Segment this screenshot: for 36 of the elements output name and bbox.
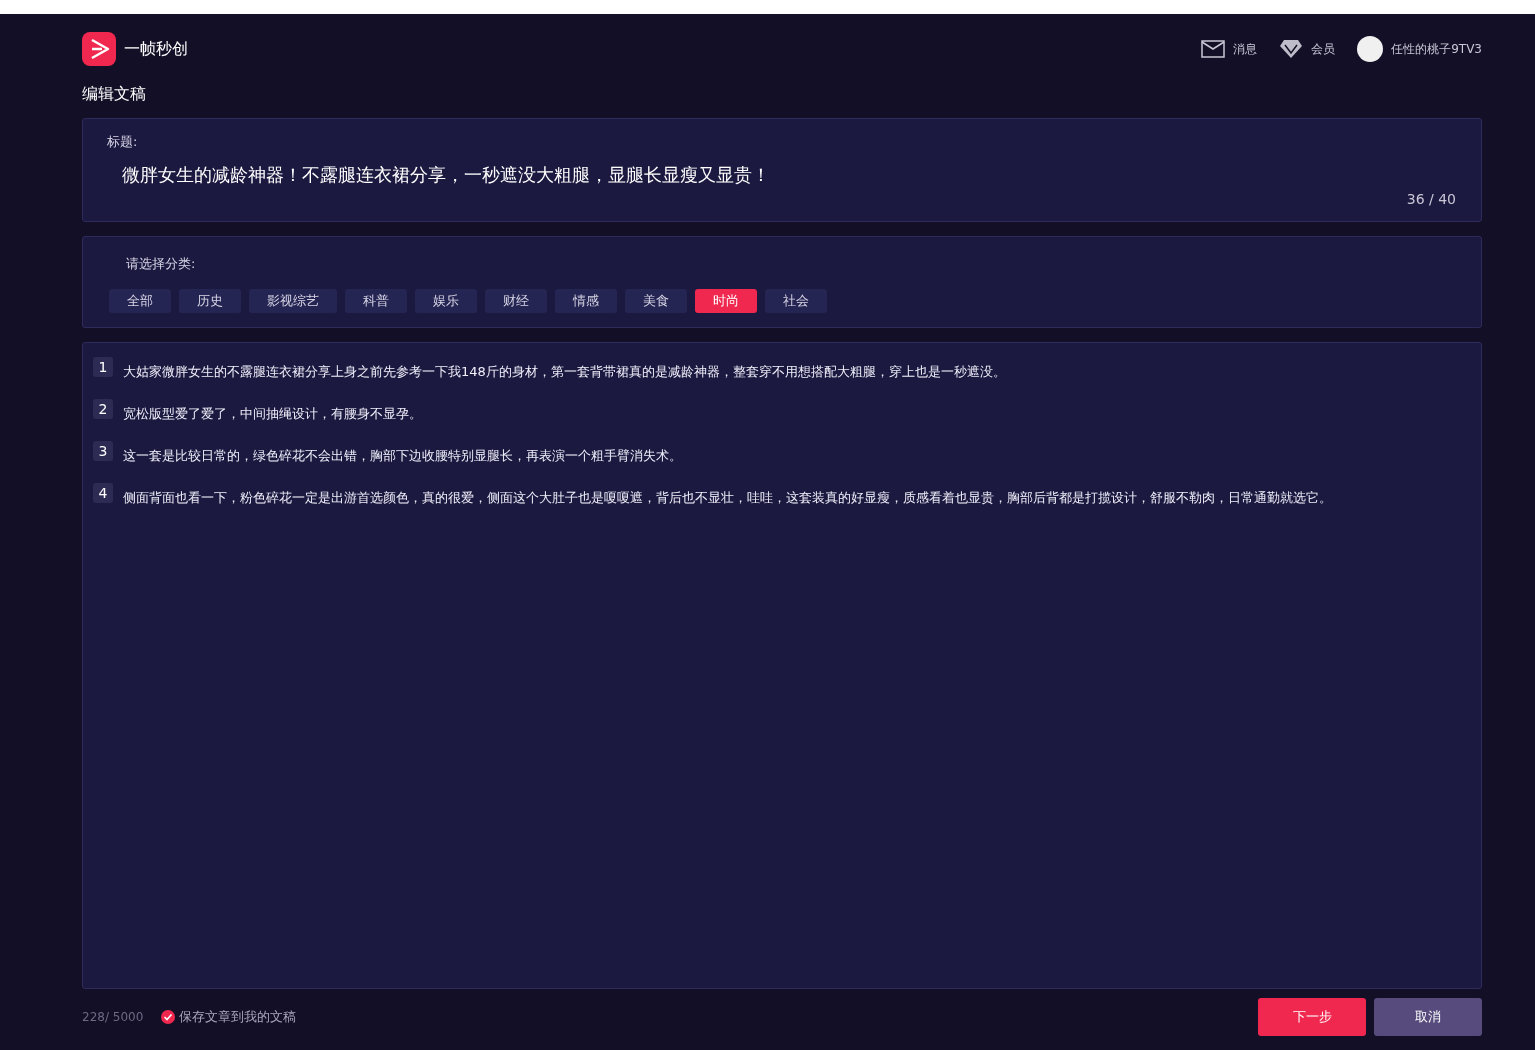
paragraph-number: 2 bbox=[93, 399, 113, 419]
membership-link[interactable]: 会员 bbox=[1311, 40, 1336, 58]
messages-link[interactable]: 消息 bbox=[1233, 40, 1258, 58]
next-button[interactable]: 下一步 bbox=[1258, 998, 1366, 1036]
app-name: 一帧秒创 bbox=[124, 38, 188, 60]
diamond-icon[interactable] bbox=[1279, 39, 1304, 59]
paragraph-text: 这一套是比较日常的，绿色碎花不会出错，胸部下边收腰特别显腿长，再表演一个粗手臂消失术。 bbox=[123, 447, 682, 465]
checkmark-icon[interactable] bbox=[161, 1010, 176, 1024]
character-count: 36 / 40 bbox=[1406, 191, 1456, 207]
avatar[interactable] bbox=[1357, 36, 1384, 62]
title-input[interactable]: 微胖女生的减龄神器！不露腿连衣裙分享，一秒遮没大粗腿，显腿长显瘦又显贵！ bbox=[122, 163, 1456, 187]
category-tag[interactable]: 娱乐 bbox=[415, 289, 477, 313]
paragraph-text: 大姑家微胖女生的不露腿连衣裙分享上身之前先参考一下我148斤的身材，第一套背带裙真的是减龄神器，整套穿不用想搭配大粗腿，穿上也是一秒遮没。 bbox=[123, 363, 1006, 381]
category-label: 请选择分类: bbox=[125, 256, 196, 271]
paragraph-number: 3 bbox=[93, 441, 113, 461]
title-label: 标题: bbox=[107, 133, 139, 151]
paragraph-text: 侧面背面也看一下，粉色碎花一定是出游首选颜色，真的很爱，侧面这个大肚子也是嗄嗄遮，背后也不显壮，哇哇，这套装真的好显瘦，质感看着也显贵，胸部后背都是打揽设计，舒服不勒肉，日常通勤就选它。 bbox=[123, 489, 1332, 507]
category-tag[interactable]: 财经 bbox=[485, 289, 547, 313]
username[interactable]: 任性的桃子9TV3 bbox=[1391, 40, 1482, 58]
logo-icon bbox=[82, 32, 116, 66]
category-tag[interactable]: 历史 bbox=[179, 289, 241, 313]
mail-icon[interactable] bbox=[1201, 40, 1226, 58]
category-tag[interactable]: 科普 bbox=[345, 289, 407, 313]
word-count: 228/ 5000 bbox=[82, 1010, 144, 1024]
page-title: 编辑文稿 bbox=[82, 84, 147, 105]
category-tag[interactable]: 社会 bbox=[765, 289, 827, 313]
paragraph-number: 4 bbox=[93, 483, 113, 503]
paragraph-text: 宽松版型爱了爱了，中间抽绳设计，有腰身不显孕。 bbox=[123, 405, 422, 423]
paragraph-number: 1 bbox=[93, 357, 113, 377]
category-tag[interactable]: 影视综艺 bbox=[249, 289, 337, 313]
save-checkbox[interactable]: 保存文章到我的文稿 bbox=[161, 1008, 297, 1026]
cancel-button[interactable]: 取消 bbox=[1374, 998, 1482, 1036]
category-tag[interactable]: 时尚 bbox=[695, 289, 757, 313]
category-tag[interactable]: 情感 bbox=[555, 289, 617, 313]
category-tag[interactable]: 美食 bbox=[625, 289, 687, 313]
category-tag[interactable]: 全部 bbox=[109, 289, 171, 313]
